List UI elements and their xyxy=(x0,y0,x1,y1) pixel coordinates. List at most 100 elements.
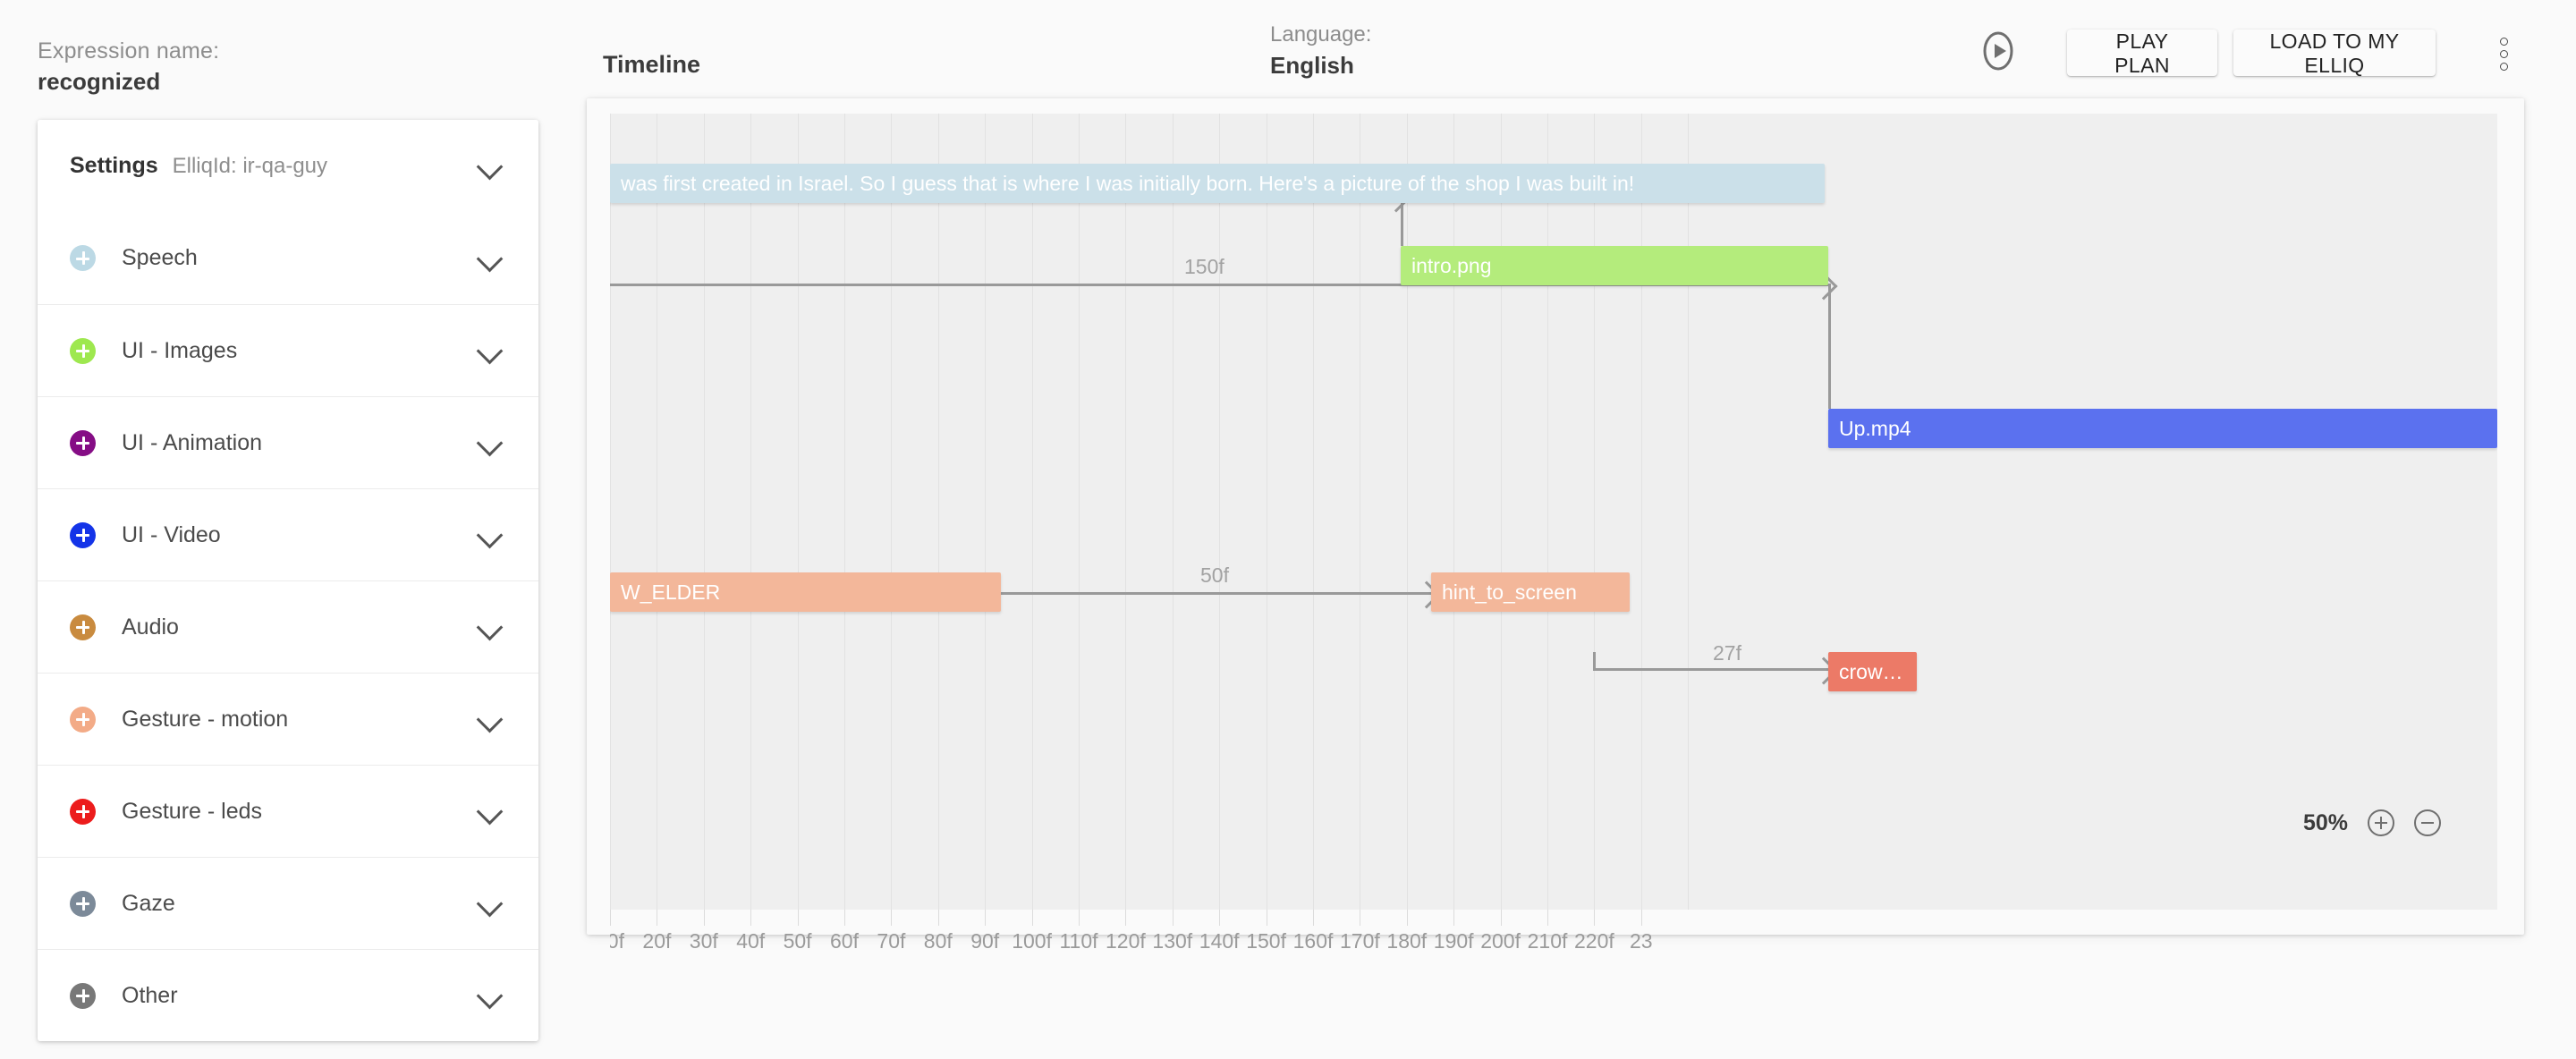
expression-name-value: recognized xyxy=(38,68,161,95)
ruler-tick-label: 30f xyxy=(689,929,718,953)
timeline-ruler[interactable]: 10f20f30f40f50f60f70f80f90f100f110f120f1… xyxy=(610,910,2497,972)
ruler-tick xyxy=(1031,910,1033,926)
plus-circle-icon[interactable] xyxy=(70,614,96,640)
image-clip[interactable]: intro.png xyxy=(1401,246,1828,285)
ruler-tick-label: 70f xyxy=(877,929,906,953)
plus-circle-icon[interactable] xyxy=(70,429,96,456)
ruler-tick-label: 120f xyxy=(1106,929,1146,953)
ruler-tick xyxy=(1125,910,1127,926)
chevron-down-icon[interactable] xyxy=(476,890,504,918)
ruler-tick xyxy=(891,910,893,926)
plus-circle-icon[interactable] xyxy=(70,798,96,825)
plus-circle-icon[interactable] xyxy=(70,706,96,733)
connector-duration-label: 50f xyxy=(1200,563,1229,587)
chevron-down-icon[interactable] xyxy=(476,245,504,272)
connector-line xyxy=(1593,652,1596,668)
sidebar-item-label: UI - Animation xyxy=(122,429,263,455)
ruler-tick-label: 20f xyxy=(642,929,672,953)
plus-circle-icon[interactable] xyxy=(70,890,96,917)
sidebar-item-label: Gaze xyxy=(122,890,175,916)
grid-line xyxy=(1125,114,1127,910)
grid-line xyxy=(1453,114,1455,910)
plus-circle-icon[interactable] xyxy=(70,982,96,1009)
sidebar-item-gaze[interactable]: Gaze xyxy=(38,857,538,949)
ruler-tick-label: 40f xyxy=(736,929,766,953)
speech-clip[interactable]: was first created in Israel. So I guess … xyxy=(610,164,1825,203)
connector-duration-label: 27f xyxy=(1713,641,1741,665)
sidebar-item-label: Speech xyxy=(122,245,198,270)
ruler-tick-label: 140f xyxy=(1199,929,1240,953)
chevron-down-icon[interactable] xyxy=(476,153,504,180)
sidebar-item-settings[interactable]: Settings ElliqId: ir-qa-guy xyxy=(38,120,538,212)
language-block: Language: English xyxy=(1270,20,1371,80)
ruler-tick-label: 80f xyxy=(923,929,953,953)
led-clip[interactable]: crow… xyxy=(1828,652,1917,691)
sidebar-item-label: UI - Video xyxy=(122,521,221,547)
ruler-tick-label: 50f xyxy=(783,929,812,953)
chevron-down-icon[interactable] xyxy=(476,337,504,365)
ruler-tick-label: 110f xyxy=(1059,929,1098,953)
more-vertical-icon[interactable] xyxy=(2495,38,2512,73)
ruler-tick xyxy=(1172,910,1174,926)
language-label: Language: xyxy=(1270,22,1372,47)
settings-title: Settings xyxy=(70,153,158,178)
minus-circle-icon[interactable] xyxy=(2414,809,2442,836)
sidebar-item-gesture-motion[interactable]: Gesture - motion xyxy=(38,673,538,765)
ruler-tick xyxy=(937,910,939,926)
sidebar-item-label: Gesture - motion xyxy=(122,706,289,732)
grid-line xyxy=(1031,114,1033,910)
ruler-tick-label: 190f xyxy=(1433,929,1474,953)
sidebar-item-ui-animation[interactable]: UI - Animation xyxy=(38,396,538,488)
connector-line xyxy=(1828,284,1831,409)
timeline-grid[interactable]: 100f150f50f27f was first created in Isra… xyxy=(610,114,2497,910)
sidebar-item-ui-images[interactable]: UI - Images xyxy=(38,304,538,396)
settings-elliq-id: ElliqId: ir-qa-guy xyxy=(172,153,328,178)
sidebar-item-ui-video[interactable]: UI - Video xyxy=(38,488,538,580)
ruler-tick-label: 130f xyxy=(1152,929,1193,953)
ruler-tick xyxy=(985,910,987,926)
plus-circle-icon[interactable] xyxy=(70,245,96,271)
grid-line xyxy=(891,114,893,910)
chevron-down-icon[interactable] xyxy=(476,614,504,641)
video-clip[interactable]: Up.mp4 xyxy=(1828,409,2497,448)
sidebar-item-other[interactable]: Other xyxy=(38,949,538,1041)
grid-line xyxy=(797,114,799,910)
gesture-clip-2[interactable]: hint_to_screen xyxy=(1431,572,1630,612)
ruler-tick-label: 150f xyxy=(1246,929,1286,953)
ruler-tick-label: 210f xyxy=(1527,929,1568,953)
load-to-my-elliq-button[interactable]: LOAD TO MY ELLIQ xyxy=(2233,30,2436,77)
ruler-tick-label: 100f xyxy=(1012,929,1052,953)
grid-line xyxy=(1640,114,1642,910)
ruler-tick xyxy=(1547,910,1548,926)
play-plan-button[interactable]: PLAY PLAN xyxy=(2067,30,2217,77)
ruler-tick-label: 60f xyxy=(830,929,859,953)
ruler-tick xyxy=(1219,910,1221,926)
sidebar-item-gesture-leds[interactable]: Gesture - leds xyxy=(38,765,538,857)
chevron-down-icon[interactable] xyxy=(476,982,504,1010)
language-value[interactable]: English xyxy=(1270,50,1371,80)
sidebar-item-audio[interactable]: Audio xyxy=(38,580,538,673)
settings-sidebar: Settings ElliqId: ir-qa-guy Speech UI - I… xyxy=(38,120,538,1041)
play-circle-icon[interactable] xyxy=(1978,30,2019,72)
grid-line xyxy=(985,114,987,910)
ruler-tick xyxy=(703,910,705,926)
chevron-down-icon[interactable] xyxy=(476,706,504,733)
ruler-tick-label: 23 xyxy=(1630,929,1653,953)
ruler-tick-label: 200f xyxy=(1480,929,1521,953)
chevron-down-icon[interactable] xyxy=(476,798,504,826)
grid-line xyxy=(703,114,705,910)
zoom-controls: 50% xyxy=(2303,809,2442,836)
ruler-tick xyxy=(1640,910,1642,926)
chevron-down-icon[interactable] xyxy=(476,521,504,549)
plus-circle-icon[interactable] xyxy=(2368,809,2395,836)
plus-circle-icon[interactable] xyxy=(70,521,96,548)
sidebar-item-speech[interactable]: Speech xyxy=(38,212,538,304)
ruler-tick-label: 170f xyxy=(1340,929,1380,953)
grid-line xyxy=(844,114,845,910)
gesture-clip-1[interactable]: W_ELDER xyxy=(610,572,1001,612)
ruler-tick-label: 220f xyxy=(1574,929,1614,953)
chevron-down-icon[interactable] xyxy=(476,429,504,457)
grid-line xyxy=(1313,114,1314,910)
grid-line xyxy=(610,114,611,910)
plus-circle-icon[interactable] xyxy=(70,337,96,364)
